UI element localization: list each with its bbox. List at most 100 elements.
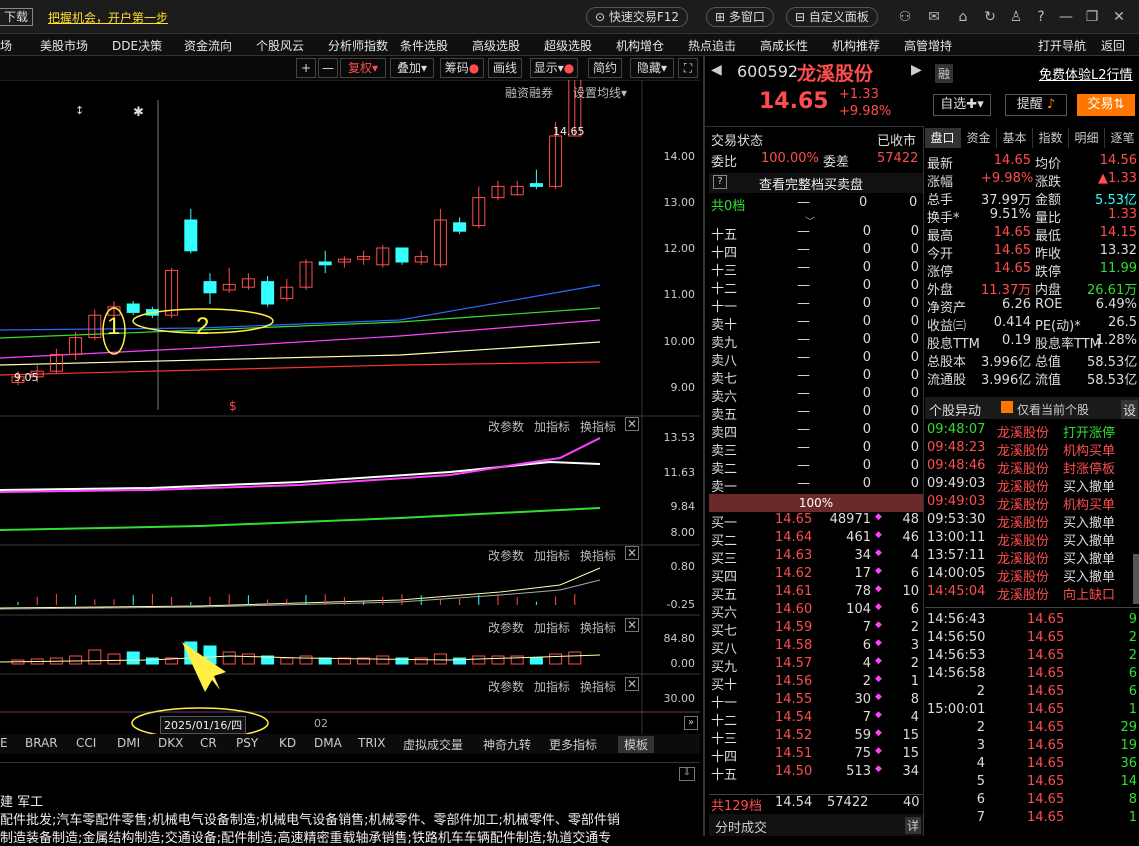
tab-indicator[interactable]: DMA <box>314 736 342 750</box>
event-stock: 龙溪股份 <box>997 444 1050 459</box>
zoom-out-button[interactable]: — <box>318 58 338 78</box>
promo-link[interactable]: 把握机会，开户第一步 <box>48 9 168 26</box>
only-current-checkbox[interactable] <box>1001 401 1013 413</box>
change-param-button[interactable]: 改参数 <box>488 619 524 636</box>
minimize-icon[interactable]: — <box>1057 8 1075 26</box>
add-indicator-button[interactable]: 加指标 <box>534 418 570 435</box>
ma-setting-button[interactable]: 设置均线▾ <box>573 84 627 101</box>
tab-indicator[interactable]: DMI <box>117 736 140 750</box>
tab-indicator[interactable]: 更多指标 <box>549 736 597 753</box>
tab-indicator[interactable]: CR <box>200 736 217 750</box>
menu-item[interactable]: 个股风云 <box>256 37 304 54</box>
menu-item[interactable]: 高成长性 <box>760 37 808 54</box>
menu-item[interactable]: 高级选股 <box>472 37 520 54</box>
tab-template[interactable]: 模板 <box>618 736 655 753</box>
free-l2-link[interactable]: 免费体验L2行情 <box>1039 64 1133 83</box>
tab-basic[interactable]: 基本 <box>997 128 1033 148</box>
menu-item[interactable]: 高管增持 <box>904 37 952 54</box>
tab-indicator[interactable]: PSY <box>236 736 258 750</box>
home-icon[interactable]: ⌂ <box>954 8 972 26</box>
buy-level-price: 14.65 <box>775 512 813 527</box>
tab-indicator[interactable]: BRAR <box>25 736 58 750</box>
change-param-button[interactable]: 改参数 <box>488 547 524 564</box>
tab-indicator[interactable]: 虚拟成交量 <box>403 736 463 753</box>
switch-indicator-button[interactable]: 换指标 <box>580 547 616 564</box>
simple-button[interactable]: 简约 <box>588 58 622 78</box>
fullscreen-icon[interactable]: ⛶ <box>678 58 698 78</box>
sell-level-label: 卖八 <box>711 354 738 369</box>
scrollbar[interactable] <box>1133 554 1139 604</box>
menu-item[interactable]: 机构增仓 <box>616 37 664 54</box>
quick-trade-button[interactable]: ⊙ 快速交易F12 <box>586 7 689 27</box>
add-indicator-button[interactable]: 加指标 <box>534 547 570 564</box>
restore-right-button[interactable]: 复权▾ <box>340 58 386 78</box>
tab-indicator[interactable]: 神奇九转 <box>483 736 531 753</box>
open-nav-button[interactable]: 打开导航 <box>1038 37 1086 54</box>
close-panel-icon[interactable]: ✕ <box>625 677 639 691</box>
tab-tick[interactable]: 逐笔 <box>1105 128 1139 148</box>
user-icon[interactable]: ⚇ <box>896 8 914 26</box>
shirt-icon[interactable]: ♙ <box>1007 8 1025 26</box>
chips-button[interactable]: 筹码● <box>440 58 484 78</box>
sell-level-volume: 0 <box>862 386 871 401</box>
tab-indicator[interactable]: CCI <box>76 736 96 750</box>
zoom-in-button[interactable]: + <box>296 58 316 78</box>
detail-button[interactable]: 详 <box>905 817 922 834</box>
trade-button[interactable]: 交易⇅ <box>1077 94 1135 116</box>
add-watchlist-button[interactable]: 自选✚▾ <box>933 94 991 116</box>
buy-level-label: 十三 <box>711 732 738 747</box>
switch-indicator-button[interactable]: 换指标 <box>580 418 616 435</box>
close-icon[interactable]: ✕ <box>1110 8 1128 26</box>
change-param-button[interactable]: 改参数 <box>488 678 524 695</box>
menu-item[interactable]: 分析师指数 <box>328 37 388 54</box>
back-button[interactable]: 返回 <box>1101 37 1125 54</box>
sell-level-label: 卖二 <box>711 462 738 477</box>
sell-level-volume: 0 <box>862 476 871 491</box>
download-button[interactable]: 下载 <box>0 8 34 26</box>
tab-indicator[interactable]: DKX <box>158 736 183 750</box>
close-panel-icon[interactable]: ✕ <box>625 618 639 632</box>
menu-item[interactable]: DDE决策 <box>112 37 162 54</box>
change-param-button[interactable]: 改参数 <box>488 418 524 435</box>
switch-indicator-button[interactable]: 换指标 <box>580 619 616 636</box>
menu-item[interactable]: 资金流向 <box>184 37 232 54</box>
help-icon[interactable]: ? <box>1032 8 1050 26</box>
menu-item[interactable]: 场 <box>0 37 12 54</box>
remind-button[interactable]: 提醒 ♪ <box>1005 94 1067 116</box>
quote-value: 11.99 <box>1099 261 1137 276</box>
tab-pankou[interactable]: 盘口 <box>925 128 961 148</box>
scroll-right-icon[interactable]: » <box>684 716 698 730</box>
add-indicator-button[interactable]: 加指标 <box>534 619 570 636</box>
overlay-button[interactable]: 叠加▾ <box>390 58 434 78</box>
menu-item[interactable]: 超级选股 <box>544 37 592 54</box>
menu-item[interactable]: 条件选股 <box>400 37 448 54</box>
close-panel-icon[interactable]: ✕ <box>625 417 639 431</box>
mail-icon[interactable]: ✉ <box>925 8 943 26</box>
display-button[interactable]: 显示▾● <box>530 58 578 78</box>
sell-level-label: 十四 <box>711 246 738 261</box>
anomaly-settings-button[interactable]: 设 <box>1121 400 1139 419</box>
hide-button[interactable]: 隐藏▾ <box>630 58 674 78</box>
tab-index[interactable]: 指数 <box>1033 128 1069 148</box>
collapse-icon[interactable]: ⇩ <box>679 767 695 781</box>
multi-window-button[interactable]: ⊞ 多窗口 <box>706 7 774 27</box>
close-panel-icon[interactable]: ✕ <box>625 546 639 560</box>
tab-indicator[interactable]: E <box>0 736 8 750</box>
tab-funds[interactable]: 资金 <box>961 128 997 148</box>
prev-stock-icon[interactable]: ◀ <box>711 62 722 78</box>
menu-item[interactable]: 热点追击 <box>688 37 736 54</box>
tab-indicator[interactable]: TRIX <box>358 736 385 750</box>
next-stock-icon[interactable]: ▶ <box>911 62 922 78</box>
add-indicator-button[interactable]: 加指标 <box>534 678 570 695</box>
menu-item[interactable]: 机构推荐 <box>832 37 880 54</box>
menu-item[interactable]: 美股市场 <box>40 37 88 54</box>
tab-detail[interactable]: 明细 <box>1069 128 1105 148</box>
margin-link[interactable]: 融资融券 <box>505 84 553 101</box>
refresh-icon[interactable]: ↻ <box>981 8 999 26</box>
custom-panel-button[interactable]: ⊟ 自定义面板 <box>786 7 878 27</box>
full-depth-button[interactable]: ? 查看完整档买卖盘 <box>709 173 923 193</box>
tab-indicator[interactable]: KD <box>279 736 296 750</box>
switch-indicator-button[interactable]: 换指标 <box>580 678 616 695</box>
restore-icon[interactable]: ❐ <box>1083 8 1101 26</box>
draw-button[interactable]: 画线 <box>488 58 522 78</box>
